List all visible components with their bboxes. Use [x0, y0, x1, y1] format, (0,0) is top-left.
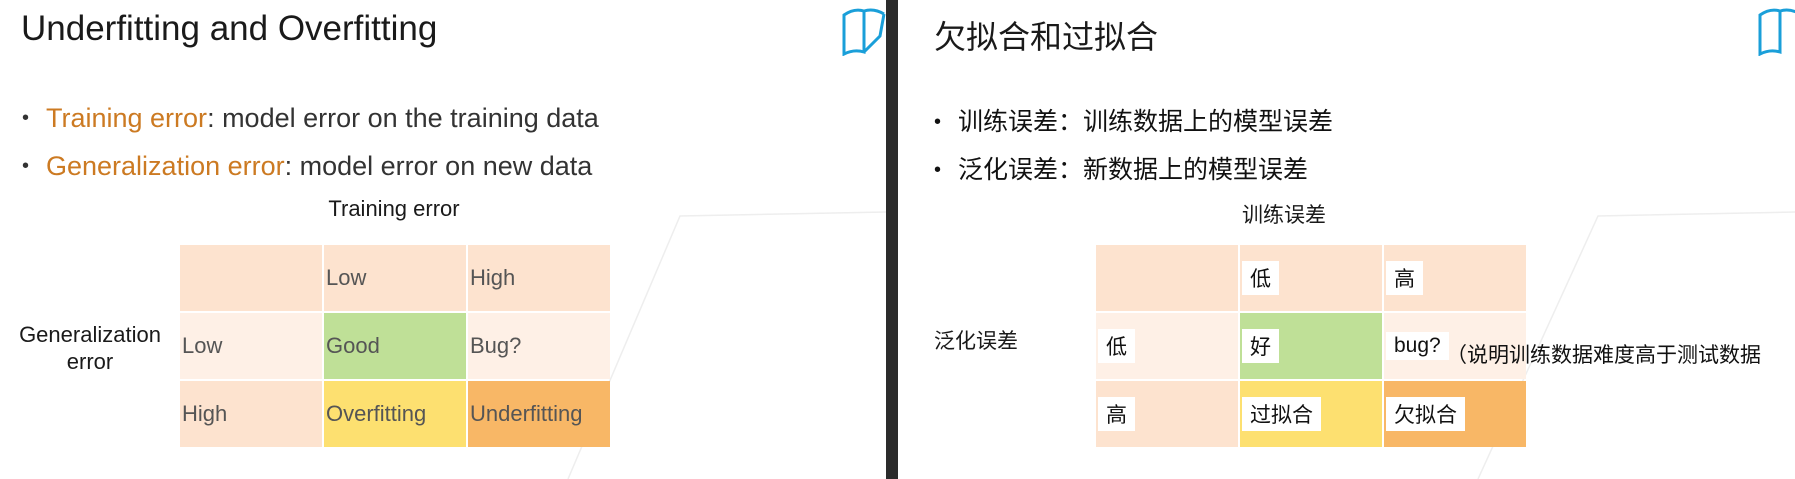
- table-header-row: Low High: [180, 245, 610, 311]
- book-logo-icon: [1758, 8, 1795, 56]
- column-header-high: High: [468, 245, 610, 311]
- table-corner-cell: [1096, 245, 1238, 311]
- error-matrix-table: Low High Low Good Bug? High Overfitting …: [178, 243, 612, 449]
- page-title: Underfitting and Overfitting: [21, 9, 438, 48]
- row-header-low: 低: [1096, 313, 1238, 379]
- column-axis-label: Training error: [328, 196, 460, 221]
- bullet-dot: •: [934, 159, 942, 181]
- cell-good: 好: [1240, 313, 1382, 379]
- book-logo-icon: [842, 8, 886, 56]
- term-generalization-error: 泛化误差: [958, 156, 1059, 184]
- term-training-error: 训练误差: [958, 108, 1059, 136]
- bullet-dot: •: [934, 111, 942, 133]
- slide-divider: [886, 0, 898, 479]
- cell-underfitting: 欠拟合: [1384, 381, 1526, 447]
- bullet-dot: •: [22, 155, 30, 177]
- row-header-low: Low: [180, 313, 322, 379]
- table-row: 高 过拟合 欠拟合: [1096, 381, 1526, 447]
- slide-english: Underfitting and Overfitting • Training …: [0, 0, 886, 479]
- column-axis-label: 训练误差: [1242, 204, 1326, 227]
- definition-text: : model error on new data: [284, 151, 593, 181]
- table-row: High Overfitting Underfitting: [180, 381, 610, 447]
- table-header-row: 低 高: [1096, 245, 1526, 311]
- definition-text: ：训练数据上的模型误差: [1058, 108, 1334, 136]
- term-training-error: Training error: [46, 103, 208, 133]
- bullet-training-error: • 训练误差：训练数据上的模型误差: [934, 98, 1333, 146]
- cell-overfitting: 过拟合: [1240, 381, 1382, 447]
- definition-text: : model error on the training data: [207, 103, 599, 133]
- bullet-generalization-error: • 泛化误差：新数据上的模型误差: [934, 146, 1333, 194]
- bullet-dot: •: [22, 107, 30, 129]
- cell-overfitting: Overfitting: [324, 381, 466, 447]
- column-header-high: 高: [1384, 245, 1526, 311]
- row-axis-label: 泛化误差: [934, 330, 1018, 353]
- annotation-note: （说明训练数据难度高于测试数据: [1446, 344, 1761, 367]
- term-generalization-error: Generalization error: [46, 151, 285, 181]
- table-row: Low Good Bug?: [180, 313, 610, 379]
- definition-text: ：新数据上的模型误差: [1058, 156, 1309, 184]
- row-header-high: High: [180, 381, 322, 447]
- page-title: 欠拟合和过拟合: [934, 19, 1159, 55]
- bullet-training-error: • Training error: model error on the tra…: [22, 94, 599, 142]
- cell-bug: Bug?: [468, 313, 610, 379]
- column-header-low: 低: [1240, 245, 1382, 311]
- row-header-high: 高: [1096, 381, 1238, 447]
- cell-good: Good: [324, 313, 466, 379]
- bullet-list: • Training error: model error on the tra…: [22, 94, 599, 190]
- bullet-list: • 训练误差：训练数据上的模型误差 • 泛化误差：新数据上的模型误差: [934, 98, 1333, 194]
- table-corner-cell: [180, 245, 322, 311]
- column-header-low: Low: [324, 245, 466, 311]
- row-axis-label: Generalization error: [19, 322, 161, 374]
- slide-chinese: 欠拟合和过拟合 • 训练误差：训练数据上的模型误差 • 泛化误差：新数据上的模型…: [898, 0, 1795, 479]
- bullet-generalization-error: • Generalization error: model error on n…: [22, 142, 599, 190]
- cell-underfitting: Underfitting: [468, 381, 610, 447]
